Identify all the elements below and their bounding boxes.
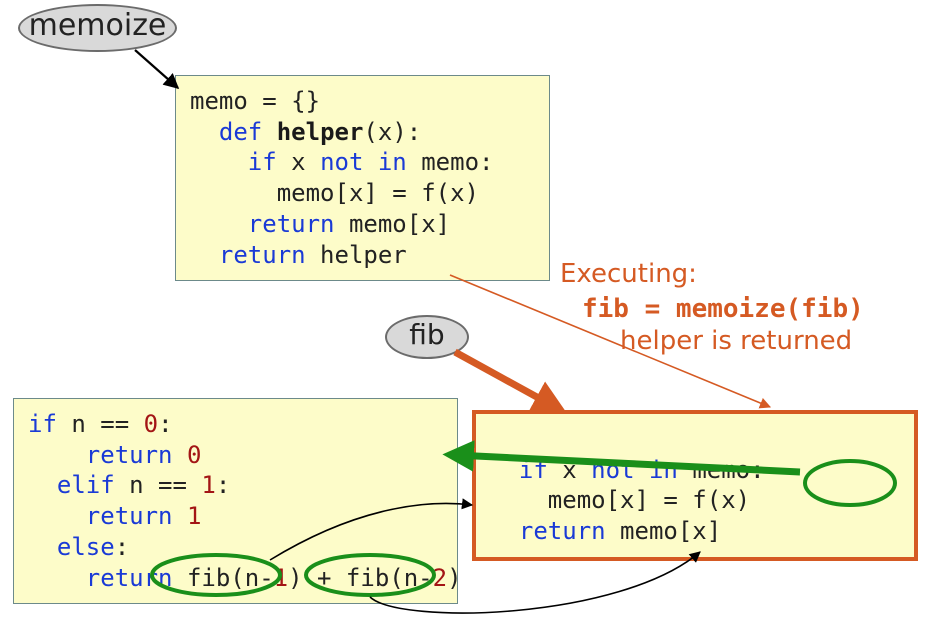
diagram-stage: memoize fib memo = {} def helper(x): if … bbox=[0, 0, 925, 623]
code-text: = {} bbox=[248, 87, 320, 115]
label-memoize-text: memoize bbox=[29, 8, 167, 43]
code-kw: return bbox=[86, 564, 173, 592]
code-text: fib(n- bbox=[173, 564, 274, 592]
annotation-code: fib = memoize(fib) bbox=[582, 293, 900, 326]
code-kw: return bbox=[219, 241, 306, 269]
label-fib: fib bbox=[385, 315, 469, 359]
code-fn: helper bbox=[277, 118, 364, 146]
arrow-memoize-to-def bbox=[135, 50, 178, 88]
code-kw: return bbox=[86, 441, 173, 469]
code-text: x bbox=[277, 148, 320, 176]
code-kw: if bbox=[248, 148, 277, 176]
code-text: : bbox=[115, 533, 129, 561]
code-kw: return bbox=[86, 502, 173, 530]
codebox-helper-instance: if x not in memo: memo[x] = f(x) return … bbox=[472, 410, 918, 561]
codebox-memoize-def: memo = {} def helper(x): if x not in mem… bbox=[175, 75, 550, 281]
code-text: n == bbox=[115, 471, 202, 499]
code-kw: if bbox=[519, 456, 548, 484]
code-text bbox=[173, 441, 187, 469]
annotation-executing: Executing: fib = memoize(fib) helper is … bbox=[560, 258, 900, 358]
code-text: fib(n- bbox=[346, 564, 433, 592]
annotation-sub: helper is returned bbox=[620, 325, 900, 358]
code-text: x bbox=[548, 456, 591, 484]
code-num: 0 bbox=[144, 410, 158, 438]
code-text: (x): bbox=[363, 118, 421, 146]
code-text: ) bbox=[288, 564, 302, 592]
codebox-fib-def: if n == 0: return 0 elif n == 1: return … bbox=[13, 398, 458, 604]
code-num: 1 bbox=[201, 471, 215, 499]
code-kw: def bbox=[219, 118, 262, 146]
code-text bbox=[173, 502, 187, 530]
code-text: memo: bbox=[407, 148, 494, 176]
code-kw: if bbox=[28, 410, 57, 438]
label-fib-text: fib bbox=[409, 318, 444, 351]
code-num: 1 bbox=[187, 502, 201, 530]
code-text: : bbox=[158, 410, 172, 438]
code-num: 2 bbox=[433, 564, 447, 592]
code-text: ) bbox=[447, 564, 461, 592]
code-kw: elif bbox=[57, 471, 115, 499]
annotation-title: Executing: bbox=[560, 259, 697, 289]
code-kw: not in bbox=[591, 456, 678, 484]
code-text: n == bbox=[57, 410, 144, 438]
code-text: memo[x] bbox=[606, 517, 722, 545]
code-text: memo: bbox=[678, 456, 765, 484]
code-kw: not in bbox=[320, 148, 407, 176]
code-text: memo bbox=[190, 87, 248, 115]
code-kw: return bbox=[248, 210, 335, 238]
label-memoize: memoize bbox=[18, 4, 177, 52]
code-text: : bbox=[216, 471, 230, 499]
code-kw: else bbox=[57, 533, 115, 561]
code-text: f(x) bbox=[692, 486, 750, 514]
code-text: helper bbox=[306, 241, 407, 269]
code-text: + bbox=[303, 564, 346, 592]
arrow-fib-to-helper bbox=[455, 352, 555, 407]
code-text: memo[x] bbox=[335, 210, 451, 238]
code-num: 0 bbox=[187, 441, 201, 469]
code-text: memo[x] = bbox=[548, 486, 693, 514]
code-kw: return bbox=[519, 517, 606, 545]
code-text: memo[x] = f(x) bbox=[277, 179, 479, 207]
code-num: 1 bbox=[274, 564, 288, 592]
